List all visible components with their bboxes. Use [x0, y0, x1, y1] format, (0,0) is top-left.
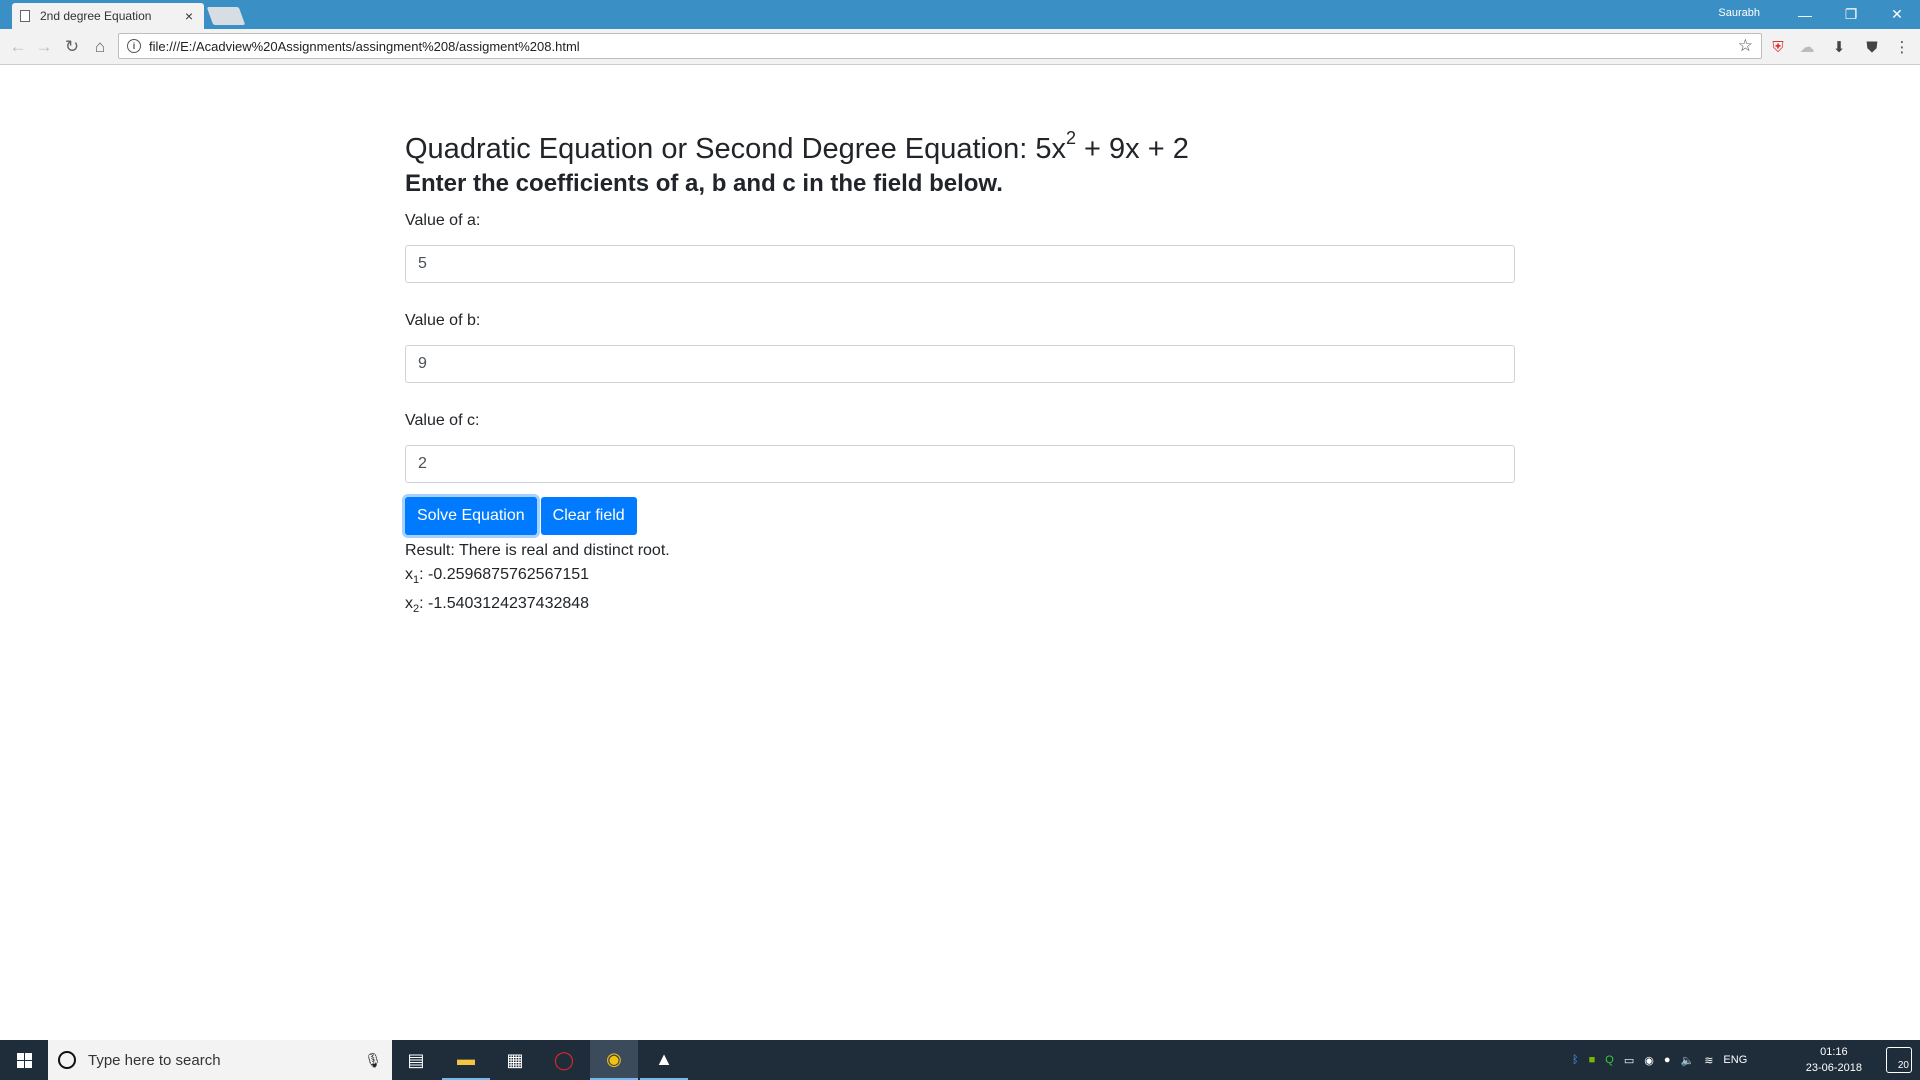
browser-tab[interactable]: 2nd degree Equation ×	[12, 3, 204, 29]
menu-dots-icon[interactable]: ⋮	[1892, 37, 1912, 57]
language-indicator[interactable]: ENG	[1723, 1054, 1747, 1066]
taskbar-search[interactable]: Type here to search 🎙	[48, 1040, 392, 1080]
task-view-icon[interactable]: ▤	[392, 1040, 440, 1080]
extension-cloud-icon[interactable]: ☁	[1797, 37, 1817, 57]
cortana-icon	[58, 1051, 76, 1069]
volume-icon[interactable]: 🔈	[1681, 1054, 1695, 1067]
tab-close-button[interactable]: ×	[182, 8, 196, 24]
forward-arrow-icon[interactable]: →	[32, 35, 56, 59]
photos-icon[interactable]: ▲	[640, 1040, 688, 1080]
field-b-input[interactable]	[405, 345, 1515, 383]
field-b-label: Value of b:	[405, 312, 481, 329]
home-icon[interactable]: ⌂	[88, 35, 112, 59]
nvidia-icon[interactable]: ■	[1589, 1054, 1596, 1066]
field-a-label: Value of a:	[405, 212, 481, 229]
shield-icon[interactable]: ⛊	[1862, 37, 1882, 57]
result-panel: Result: There is real and distinct root.…	[405, 539, 1515, 621]
file-explorer-icon[interactable]: ▬	[442, 1040, 490, 1080]
app-q-icon[interactable]: Q	[1605, 1054, 1614, 1066]
solve-equation-button[interactable]: Solve Equation	[405, 497, 537, 535]
root-x2: x2: -1.5403124237432848	[405, 595, 590, 616]
download-icon[interactable]: ⬇	[1829, 37, 1849, 57]
restore-button[interactable]: ❐	[1828, 0, 1874, 29]
minimize-button[interactable]: —	[1782, 0, 1828, 29]
taskbar: Type here to search 🎙 ▤ ▬ ▦ ◯ ◉ ▲ ᛒ ■ Q …	[0, 1040, 1920, 1080]
bluetooth-icon[interactable]: ᛒ	[1572, 1054, 1579, 1066]
wifi-icon[interactable]: ≋	[1704, 1054, 1713, 1067]
tab-title: 2nd degree Equation	[40, 9, 152, 23]
clock[interactable]: 01:16 23-06-2018	[1806, 1044, 1862, 1076]
notification-count: 20	[1897, 1060, 1909, 1071]
root-x1: x1: -0.2596875762567151	[405, 566, 590, 587]
page-title: Quadratic Equation or Second Degree Equa…	[405, 128, 1189, 165]
field-c-group: Value of c:	[405, 411, 1515, 483]
url-text[interactable]: file:///E:/Acadview%20Assignments/assing…	[149, 39, 1738, 54]
search-placeholder: Type here to search	[88, 1051, 221, 1069]
start-button[interactable]	[0, 1040, 48, 1080]
clock-date: 23-06-2018	[1805, 1062, 1862, 1074]
root-x1-value: : -0.2596875762567151	[419, 566, 590, 583]
chrome-tray-icon[interactable]: ◉	[1644, 1054, 1654, 1067]
clock-time: 01:16	[1820, 1046, 1848, 1058]
battery-icon[interactable]: ▭	[1624, 1054, 1634, 1067]
clear-field-button[interactable]: Clear field	[540, 497, 637, 535]
system-tray: ᛒ ■ Q ▭ ◉ ● 🔈 ≋ ENG	[1572, 1040, 1747, 1080]
root-x2-value: : -1.5403124237432848	[419, 595, 590, 613]
new-tab-button[interactable]	[206, 7, 246, 25]
field-b-group: Value of b:	[405, 311, 1515, 383]
result-text: Result: There is real and distinct root.	[405, 542, 670, 559]
document-icon	[20, 10, 30, 22]
close-window-button[interactable]: ✕	[1874, 0, 1920, 29]
store-icon[interactable]: ▦	[491, 1040, 539, 1080]
chrome-icon[interactable]: ◉	[590, 1040, 638, 1080]
address-bar[interactable]: i file:///E:/Acadview%20Assignments/assi…	[118, 33, 1762, 59]
browser-titlebar: 2nd degree Equation × Saurabh — ❐ ✕	[0, 0, 1920, 29]
field-a-input[interactable]	[405, 245, 1515, 283]
page-content: Quadratic Equation or Second Degree Equa…	[405, 65, 1515, 621]
app-tray-icon[interactable]: ●	[1664, 1054, 1671, 1066]
field-c-input[interactable]	[405, 445, 1515, 483]
opera-icon[interactable]: ◯	[540, 1040, 588, 1080]
title-superscript: 2	[1065, 128, 1076, 148]
info-icon[interactable]: i	[127, 39, 141, 53]
button-row: Solve Equation Clear field	[405, 497, 1515, 535]
field-a-group: Value of a:	[405, 211, 1515, 283]
bookmark-star-icon[interactable]: ☆	[1738, 36, 1753, 56]
page-subtitle: Enter the coefficients of a, b and c in …	[405, 170, 1003, 197]
windows-logo-icon	[16, 1052, 32, 1068]
reload-icon[interactable]: ↻	[60, 35, 84, 59]
field-c-label: Value of c:	[405, 412, 480, 429]
microphone-icon[interactable]: 🎙	[364, 1052, 382, 1069]
back-arrow-icon[interactable]: ←	[6, 35, 30, 59]
notification-center-icon[interactable]: 20	[1886, 1047, 1912, 1073]
profile-name[interactable]: Saurabh	[1718, 7, 1760, 19]
browser-toolbar: ← → ↻ ⌂ i file:///E:/Acadview%20Assignme…	[0, 29, 1920, 65]
extension-shield-icon[interactable]: ⛨	[1768, 37, 1788, 57]
